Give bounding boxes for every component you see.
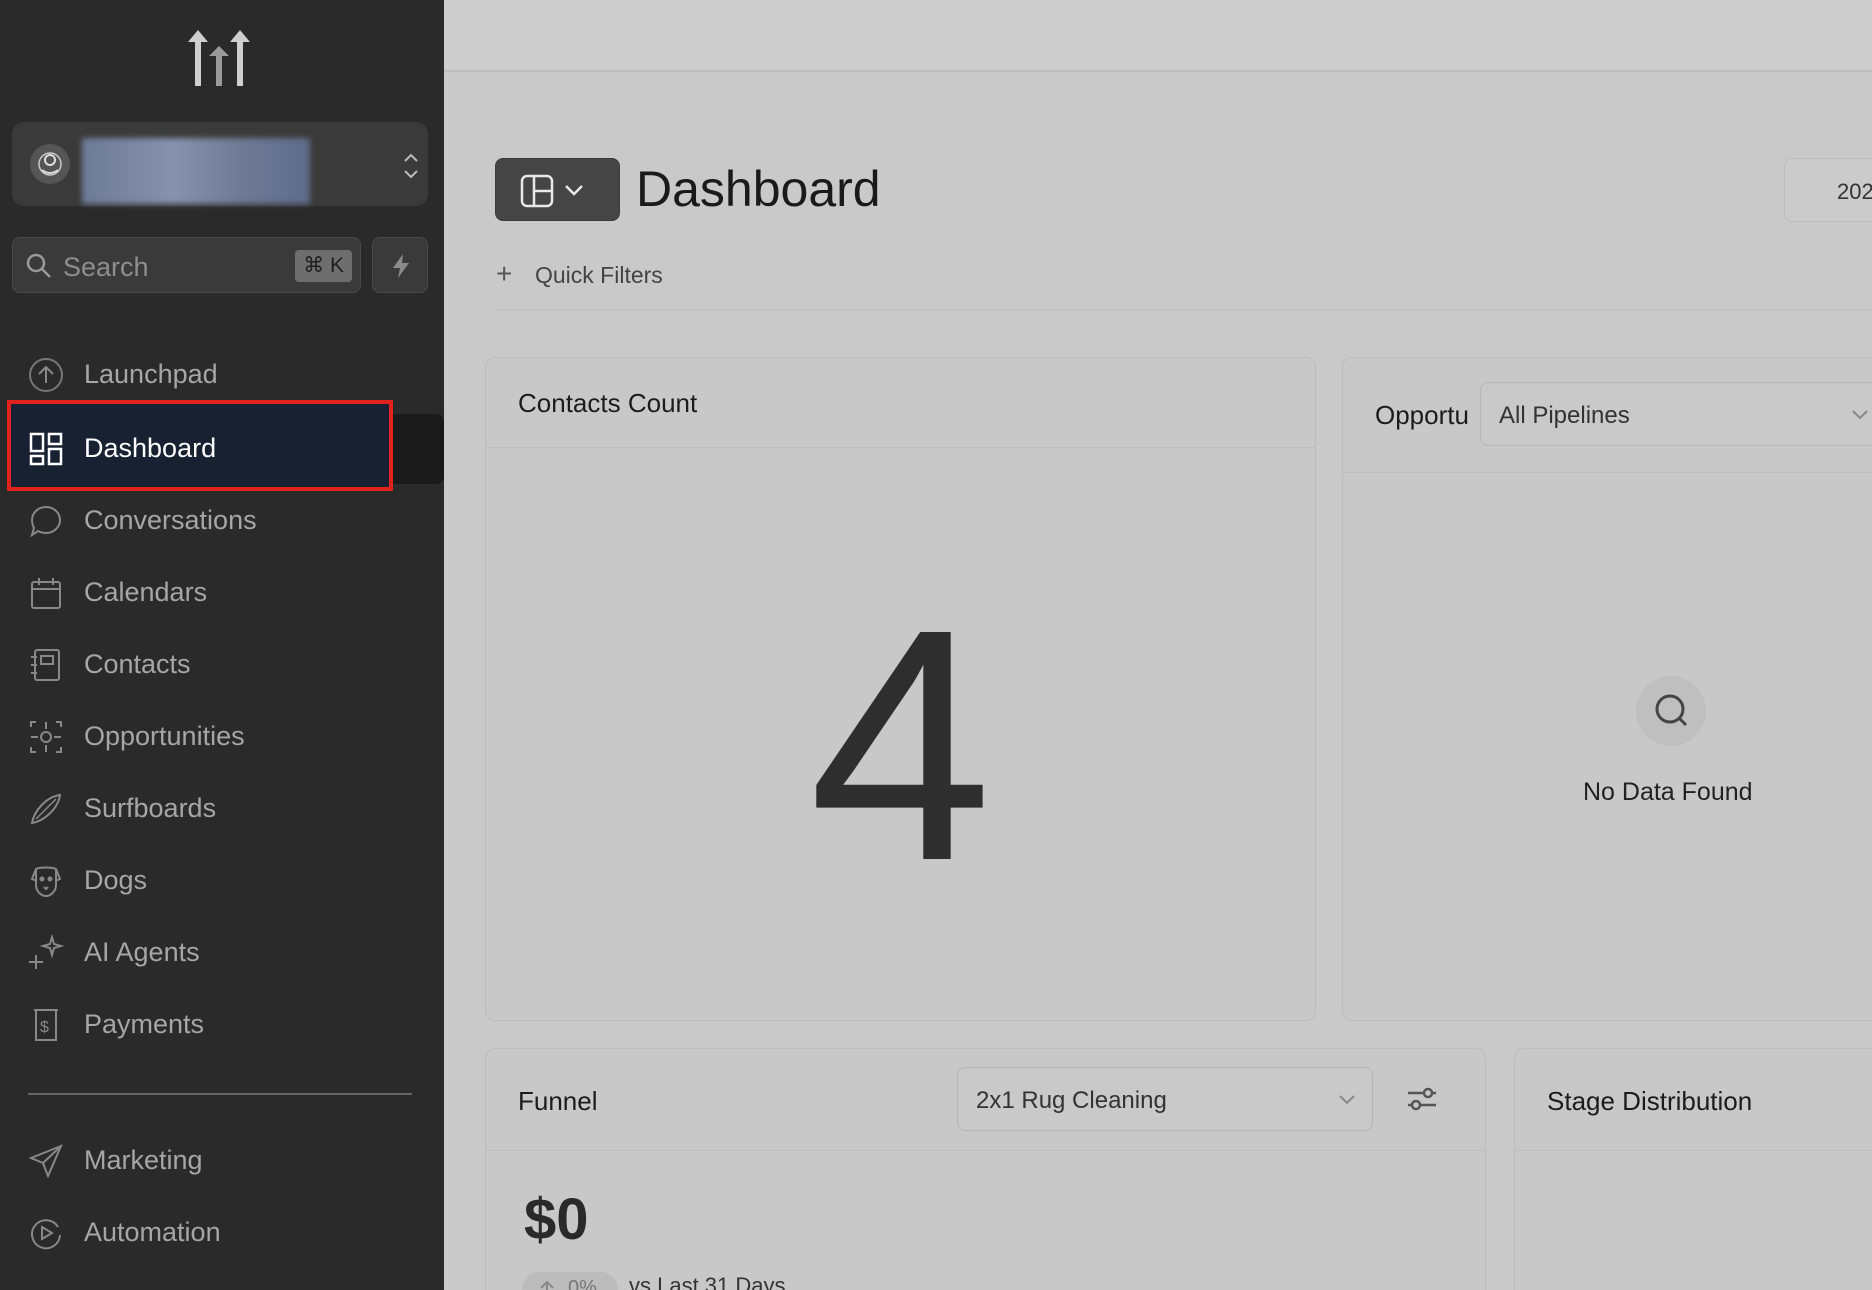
sidebar-item-label: Launchpad [84,359,218,389]
sidebar-item-label: Contacts [84,649,191,679]
chat-bubble-icon [30,505,62,538]
sidebar-item-surfboards[interactable]: Surfboards [0,774,444,844]
chevron-down-icon [565,185,583,196]
dashboard-layout-switcher-button[interactable] [495,158,620,221]
plus-icon[interactable]: + [496,258,512,290]
trend-value: 0% [568,1277,597,1290]
sidebar-item-opportunities[interactable]: Opportunities [0,702,444,772]
payments-icon: $ [34,1009,58,1041]
sidebar-item-marketing[interactable]: Marketing [0,1126,444,1196]
chevron-updown-icon[interactable] [400,150,422,182]
sidebar-item-label: Marketing [84,1145,203,1175]
account-name-redacted [82,138,310,204]
stage-distribution-card: Stage Distribution [1514,1048,1872,1290]
surfboard-icon [30,793,62,825]
sidebar-item-label: Dogs [84,865,148,895]
sidebar-item-label: Conversations [84,505,257,535]
search-shortcut-badge: ⌘ K [295,250,352,282]
active-item-tail [392,414,444,484]
calendar-icon [31,578,61,609]
quick-filters-button[interactable]: Quick Filters [535,262,663,289]
sidebar-item-payments[interactable]: $ Payments [0,990,444,1060]
date-range-text: 202 [1837,179,1872,204]
search-icon [26,253,51,278]
sidebar-item-label: Calendars [84,577,208,607]
contacts-count-value: 4 [808,560,993,929]
funnel-pipeline-select[interactable]: 2x1 Rug Cleaning [957,1067,1373,1131]
sidebar-item-label: AI Agents [84,937,200,967]
sidebar-item-label: Surfboards [84,793,217,823]
filter-settings-icon[interactable] [1406,1085,1438,1113]
card-title: Contacts Count [518,388,698,418]
chevron-down-icon [1339,1095,1355,1105]
lightning-icon [393,254,409,278]
automation-icon [31,1219,61,1250]
contacts-book-icon [31,649,60,681]
dashboard-icon [29,432,63,466]
sidebar-divider [28,1093,412,1095]
date-range-picker[interactable]: 202 [1784,158,1872,222]
pipeline-select-value: All Pipelines [1499,402,1630,429]
filters-divider [496,309,1872,310]
sparkle-icon [29,935,64,969]
pipeline-select[interactable]: All Pipelines [1480,382,1872,446]
chevron-down-icon [1852,410,1868,420]
comparison-text: vs Last 31 Days [629,1273,786,1290]
sidebar-item-launchpad[interactable]: Launchpad [0,340,444,410]
empty-state-text: No Data Found [1583,778,1753,806]
opportunities-card: Opportu [1342,357,1872,1021]
trend-badge: 0% [522,1272,618,1290]
layout-icon [520,174,554,208]
funnel-amount: $0 [524,1187,589,1252]
quick-actions-button[interactable] [372,237,428,293]
dog-icon [30,866,62,898]
sidebar-item-label: Payments [84,1009,205,1039]
account-switcher[interactable] [12,122,428,206]
arrow-up-icon [540,1280,554,1290]
sidebar-item-automation[interactable]: Automation [0,1198,444,1268]
paper-plane-icon [28,1144,63,1179]
launchpad-icon [29,358,63,392]
sidebar-item-calendars[interactable]: Calendars [0,558,444,628]
sidebar-item-dashboard[interactable]: Dashboard [0,414,444,484]
card-title: Stage Distribution [1547,1086,1753,1116]
location-pin-icon [30,144,70,184]
sidebar-item-ai-agents[interactable]: AI Agents [0,918,444,988]
highlevel-logo[interactable] [186,28,252,88]
search-placeholder: Search [63,252,149,282]
opportunities-icon [30,721,62,753]
sidebar-item-label: Opportunities [84,721,245,751]
sidebar-item-conversations[interactable]: Conversations [0,486,444,556]
card-title: Opportu [1375,400,1469,430]
sidebar-item-contacts[interactable]: Contacts [0,630,444,700]
funnel-select-value: 2x1 Rug Cleaning [976,1087,1167,1114]
sidebar-item-label: Automation [84,1217,221,1247]
top-header-bar [444,0,1872,72]
sidebar-item-label: Dashboard [84,433,217,463]
search-input[interactable]: Search ⌘ K [12,237,361,293]
sidebar-item-dogs[interactable]: Dogs [0,846,444,916]
svg-text:$: $ [40,1019,49,1036]
card-title: Funnel [518,1086,598,1116]
page-title: Dashboard [636,161,881,217]
magnifier-icon [1636,676,1706,746]
